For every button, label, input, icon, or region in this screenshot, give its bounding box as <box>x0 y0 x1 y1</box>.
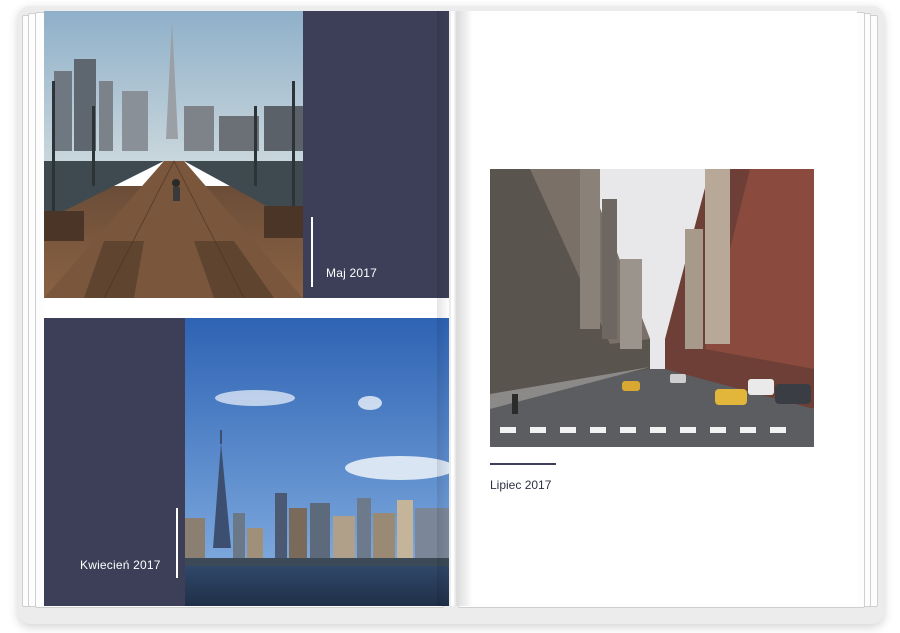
skyline-photo <box>185 318 449 606</box>
bottom-photo-caption: Kwiecień 2017 <box>80 558 161 572</box>
page-gap <box>44 298 449 318</box>
street-photo <box>490 169 814 447</box>
left-page: Maj 2017 Kwiecień 2017 <box>44 11 449 606</box>
top-photo-caption: Maj 2017 <box>326 266 377 280</box>
top-caption-panel: Maj 2017 <box>303 11 449 298</box>
bottom-caption-panel: Kwiecień 2017 <box>44 318 185 606</box>
right-page: Lipiec 2017 <box>451 11 857 606</box>
caption-divider-line <box>176 508 178 578</box>
pier-photo <box>44 11 303 298</box>
caption-divider-line <box>490 463 556 465</box>
caption-divider-line <box>311 217 313 287</box>
street-photo-caption: Lipiec 2017 <box>490 478 552 492</box>
